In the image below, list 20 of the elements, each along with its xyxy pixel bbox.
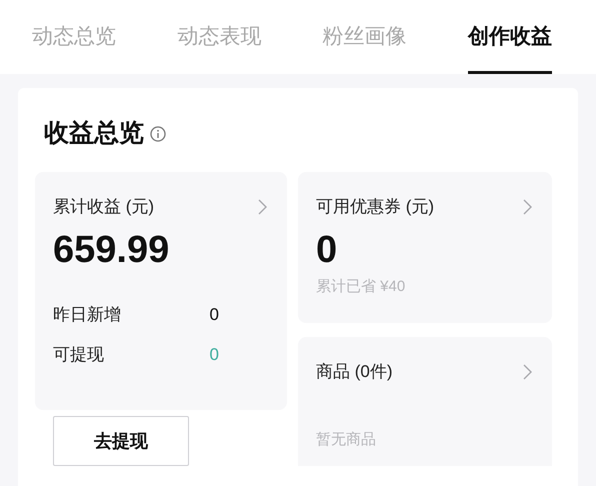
coupon-amount: 0 [316,228,338,272]
coupon-panel[interactable]: 可用优惠券 (元) 0 累计已省 ¥40 [298,172,552,323]
earnings-panel[interactable]: 累计收益 (元) 659.99 昨日新增 0 可提现 0 [35,172,287,410]
info-icon [150,126,166,142]
products-label: 商品 (0件) [316,361,392,383]
savings-note: 累计已省 ¥40 [316,276,406,296]
stat-value: 0 [210,344,219,366]
products-panel[interactable]: 商品 (0件) 暂无商品 [298,337,552,466]
stat-label: 可提现 [53,344,104,366]
chevron-right-icon [523,364,532,380]
stat-value: 0 [210,304,219,326]
section-title: 收益总览 [44,118,144,150]
earnings-amount: 659.99 [53,228,170,272]
withdraw-button[interactable]: 去提现 [53,416,189,466]
earnings-label: 累计收益 (元) [53,196,154,218]
empty-products-text: 暂无商品 [316,430,377,450]
stat-label: 昨日新增 [53,304,121,326]
chevron-right-icon [258,198,267,215]
coupon-label: 可用优惠券 (元) [316,196,434,218]
chevron-right-icon [523,198,532,215]
